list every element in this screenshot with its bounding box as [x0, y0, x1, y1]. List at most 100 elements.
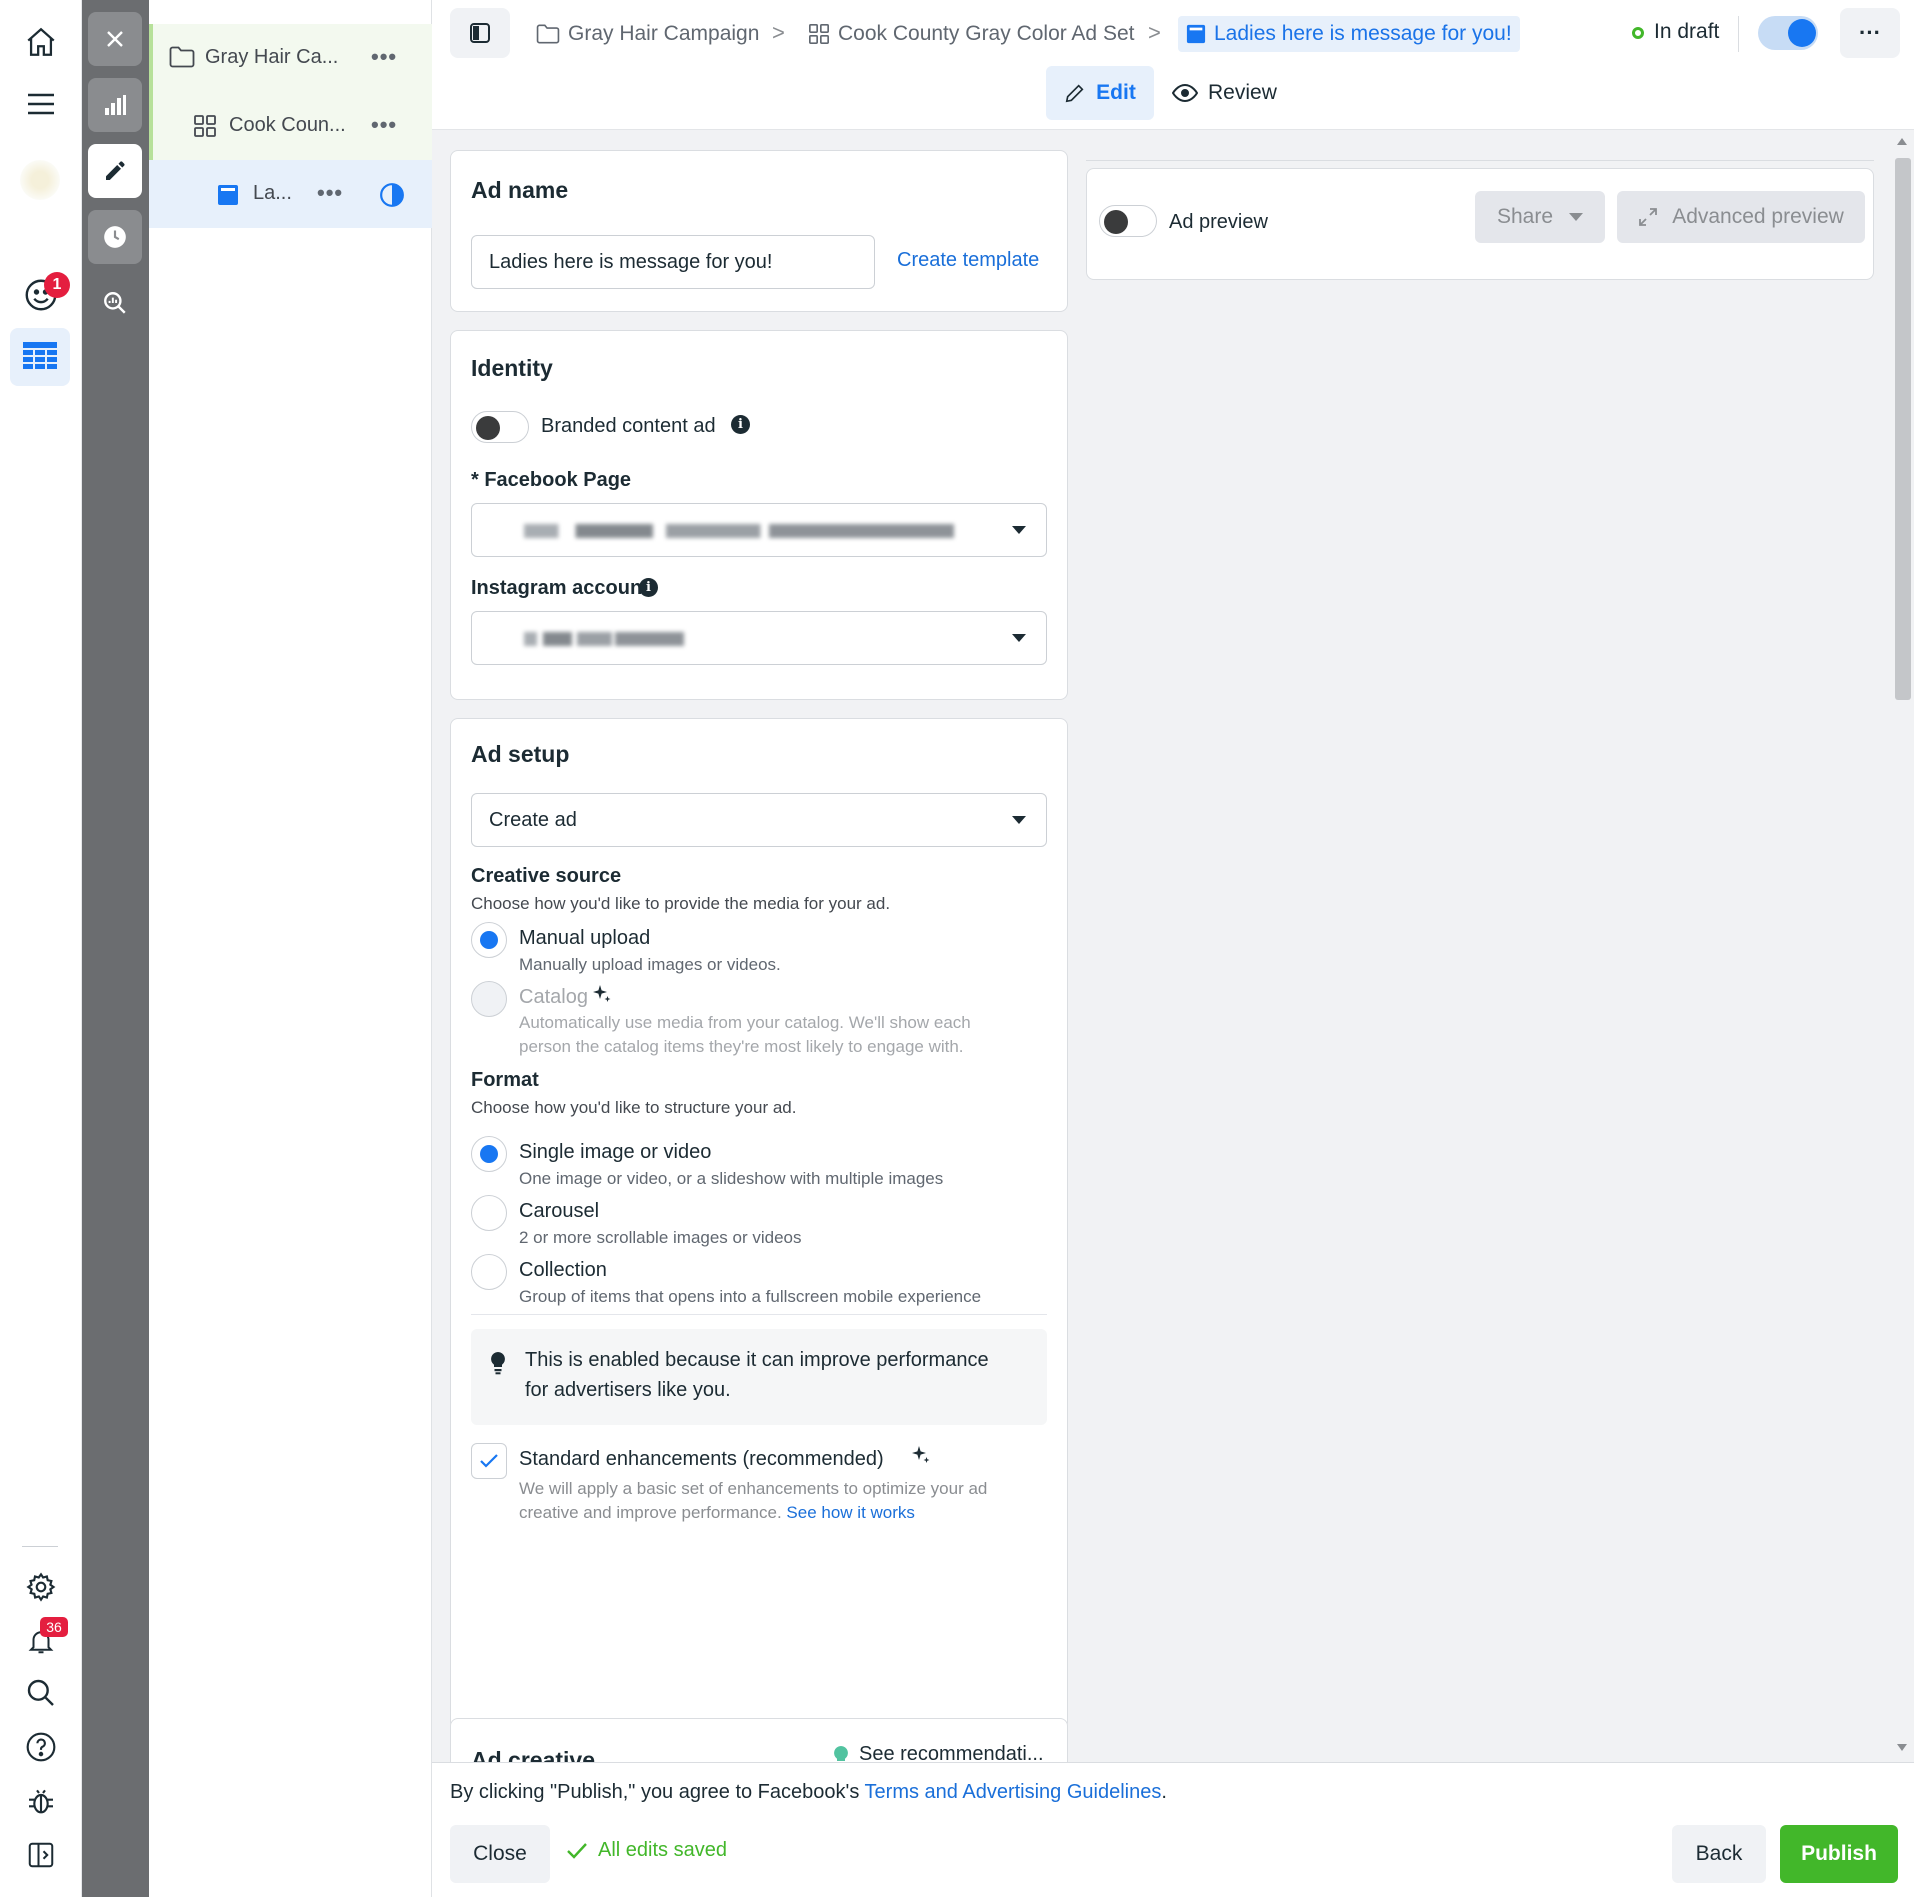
instagram-account-select[interactable]	[471, 611, 1047, 665]
breadcrumb-campaign[interactable]: Gray Hair Campaign	[536, 16, 759, 52]
enhancements-desc-line2: creative and improve performance. See ho…	[519, 1501, 915, 1525]
scroll-down-icon[interactable]	[1897, 1744, 1907, 1751]
manual-upload-label: Manual upload	[519, 927, 651, 949]
half-circle-status-icon	[379, 182, 405, 208]
collection-radio[interactable]	[471, 1254, 507, 1290]
format-subtitle: Choose how you'd like to structure your …	[471, 1098, 797, 1117]
ad-setup-card: Ad setup Create ad Creative source Choos…	[450, 718, 1068, 1730]
see-how-it-works-link[interactable]: See how it works	[786, 1503, 915, 1522]
help-icon[interactable]	[20, 1726, 62, 1768]
advanced-preview-label: Advanced preview	[1672, 205, 1844, 228]
advanced-preview-button[interactable]: Advanced preview	[1617, 191, 1865, 243]
editor-main: Ad name Ladies here is message for you! …	[432, 130, 1914, 1762]
tree-item-campaign[interactable]: Gray Hair Ca... •••	[149, 24, 432, 92]
manual-upload-desc: Manually upload images or videos.	[519, 955, 781, 974]
tab-review-label: Review	[1208, 81, 1277, 104]
ad-more-icon[interactable]: •••	[317, 180, 343, 206]
pencil-icon	[1064, 82, 1086, 104]
tip-line1: This is enabled because it can improve p…	[525, 1349, 989, 1371]
grid-icon	[193, 114, 217, 138]
ad-creative-card: Ad creative See recommendati...	[450, 1718, 1068, 1762]
publish-button[interactable]: Publish	[1780, 1825, 1898, 1883]
search-chart-icon[interactable]	[88, 276, 142, 330]
branded-content-toggle[interactable]	[471, 411, 529, 443]
divider	[471, 1314, 1047, 1315]
share-button[interactable]: Share	[1475, 191, 1605, 243]
notification-badge: 1	[44, 272, 70, 298]
ad-name-input[interactable]: Ladies here is message for you!	[471, 235, 875, 289]
bug-icon[interactable]	[20, 1780, 62, 1822]
editor-footer: By clicking "Publish," you agree to Face…	[432, 1762, 1914, 1897]
search-icon[interactable]	[20, 1672, 62, 1714]
tab-edit[interactable]: Edit	[1046, 66, 1154, 120]
creative-source-subtitle: Choose how you'd like to provide the med…	[471, 894, 891, 913]
ad-setup-select[interactable]: Create ad	[471, 793, 1047, 847]
see-recommendations-link[interactable]: See recommendati...	[859, 1743, 1044, 1762]
settings-gear-icon[interactable]	[20, 1566, 62, 1608]
home-icon[interactable]	[18, 22, 64, 62]
chart-icon[interactable]	[88, 78, 142, 132]
sparkle-icon	[592, 984, 612, 1004]
standard-enhancements-label: Standard enhancements (recommended)	[519, 1448, 884, 1470]
agreement-period: .	[1161, 1781, 1167, 1803]
redacted-instagram-name	[524, 632, 684, 646]
sidebar-toggle-icon[interactable]	[450, 8, 510, 58]
identity-card: Identity Branded content ad i * Facebook…	[450, 330, 1068, 700]
alerts-badge: 36	[40, 1617, 68, 1637]
carousel-desc: 2 or more scrollable images or videos	[519, 1228, 802, 1247]
scroll-up-icon[interactable]	[1897, 138, 1907, 145]
single-image-radio[interactable]	[471, 1136, 507, 1172]
info-icon[interactable]: i	[639, 578, 658, 597]
ad-on-off-toggle[interactable]	[1758, 16, 1818, 50]
ad-preview-toggle[interactable]	[1099, 205, 1157, 237]
lightbulb-icon	[489, 1351, 507, 1375]
draft-status-dot	[1632, 27, 1644, 39]
ad-icon	[1186, 24, 1206, 44]
share-label: Share	[1496, 205, 1554, 228]
tree-item-adset[interactable]: Cook Coun... •••	[149, 92, 432, 160]
chevron-down-icon	[1012, 634, 1026, 642]
breadcrumb-ad[interactable]: Ladies here is message for you!	[1178, 16, 1520, 52]
manual-upload-radio[interactable]	[471, 922, 507, 958]
pencil-edit-icon[interactable]	[88, 144, 142, 198]
ad-name-title: Ad name	[471, 177, 569, 203]
panel-toggle-icon[interactable]	[20, 1834, 62, 1876]
catalog-radio[interactable]	[471, 981, 507, 1017]
ad-icon	[217, 184, 239, 206]
history-clock-icon[interactable]	[88, 210, 142, 264]
breadcrumb-adset[interactable]: Cook County Gray Color Ad Set	[808, 16, 1134, 52]
adset-more-icon[interactable]: •••	[371, 112, 397, 138]
catalog-desc-line1: Automatically use media from your catalo…	[519, 1013, 971, 1032]
carousel-radio[interactable]	[471, 1195, 507, 1231]
close-button[interactable]: Close	[450, 1825, 550, 1883]
create-template-link[interactable]: Create template	[897, 249, 1039, 272]
ad-preview-label: Ad preview	[1169, 211, 1268, 233]
tree-item-ad[interactable]: La... •••	[149, 160, 432, 228]
terms-link[interactable]: Terms and Advertising Guidelines	[865, 1781, 1162, 1803]
ad-name-card: Ad name Ladies here is message for you! …	[450, 150, 1068, 312]
sparkle-icon	[911, 1445, 931, 1465]
back-button[interactable]: Back	[1672, 1825, 1766, 1883]
single-image-desc: One image or video, or a slideshow with …	[519, 1169, 944, 1188]
info-icon[interactable]: i	[731, 415, 750, 434]
preview-top-line	[1086, 160, 1874, 161]
scrollbar[interactable]	[1892, 130, 1914, 1762]
catalog-label: Catalog	[519, 986, 588, 1008]
breadcrumb-separator: >	[1148, 20, 1161, 45]
account-avatar[interactable]	[20, 160, 60, 200]
creative-source-title: Creative source	[471, 865, 622, 887]
more-options-button[interactable]: ···	[1840, 8, 1900, 58]
breadcrumb-ad-label: Ladies here is message for you!	[1214, 22, 1512, 45]
scrollbar-thumb[interactable]	[1895, 158, 1911, 700]
close-editor-button[interactable]	[88, 12, 142, 66]
facebook-page-select[interactable]	[471, 503, 1047, 557]
table-icon[interactable]	[10, 328, 70, 386]
tab-review[interactable]: Review	[1172, 66, 1292, 120]
menu-icon[interactable]	[18, 86, 64, 122]
format-title: Format	[471, 1069, 539, 1091]
campaign-more-icon[interactable]: •••	[371, 44, 397, 70]
standard-enhancements-checkbox[interactable]	[471, 1443, 507, 1479]
performance-tip-box: This is enabled because it can improve p…	[471, 1329, 1047, 1425]
carousel-label: Carousel	[519, 1200, 600, 1222]
check-icon	[566, 1842, 588, 1860]
